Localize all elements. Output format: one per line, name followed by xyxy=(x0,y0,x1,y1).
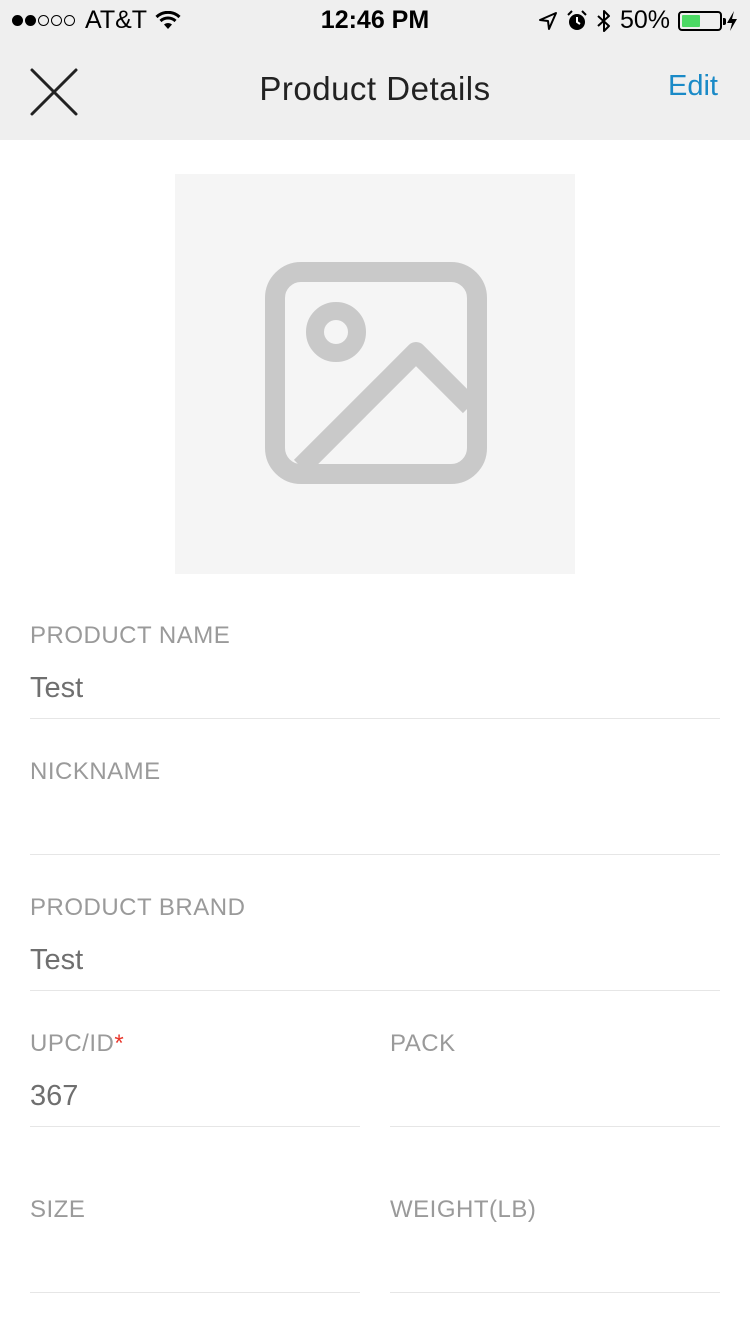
edit-button[interactable]: Edit xyxy=(668,70,718,103)
weight-field[interactable]: WEIGHT(LB) xyxy=(390,1196,720,1293)
pack-label: PACK xyxy=(390,1030,456,1057)
battery-icon xyxy=(678,10,726,31)
battery-percent: 50% xyxy=(619,6,670,34)
weight-label: WEIGHT(LB) xyxy=(390,1196,537,1223)
product-name-label: PRODUCT NAME xyxy=(30,622,231,649)
size-field[interactable]: SIZE xyxy=(30,1196,360,1293)
product-brand-field[interactable]: PRODUCT BRAND Test xyxy=(30,894,720,991)
upc-id-value: 367 xyxy=(30,1080,79,1112)
upc-id-field[interactable]: UPC/ID* 367 xyxy=(30,1030,360,1127)
status-right: 50% xyxy=(530,6,738,35)
nickname-label: NICKNAME xyxy=(30,758,161,785)
status-bar: AT&T 12:46 PM 50% xyxy=(0,0,750,40)
product-image[interactable] xyxy=(175,174,575,574)
page-title: Product Details xyxy=(259,70,491,107)
nav-bar: Product Details Edit xyxy=(0,40,750,140)
required-marker: * xyxy=(114,1030,125,1057)
pack-field[interactable]: PACK xyxy=(390,1030,720,1127)
upc-id-label-text: UPC/ID xyxy=(30,1030,115,1057)
product-name-field[interactable]: PRODUCT NAME Test xyxy=(30,622,720,719)
nickname-field[interactable]: NICKNAME xyxy=(30,758,720,855)
location-arrow-icon xyxy=(538,11,557,30)
image-placeholder-icon xyxy=(265,262,487,484)
alarm-clock-icon xyxy=(567,9,587,30)
product-brand-label: PRODUCT BRAND xyxy=(30,894,246,921)
charging-bolt-icon xyxy=(727,10,737,31)
upc-id-label: UPC/ID* xyxy=(30,1030,124,1058)
product-brand-value: Test xyxy=(30,944,84,976)
bluetooth-icon xyxy=(597,9,610,32)
product-name-value: Test xyxy=(30,672,84,704)
size-label: SIZE xyxy=(30,1196,86,1223)
